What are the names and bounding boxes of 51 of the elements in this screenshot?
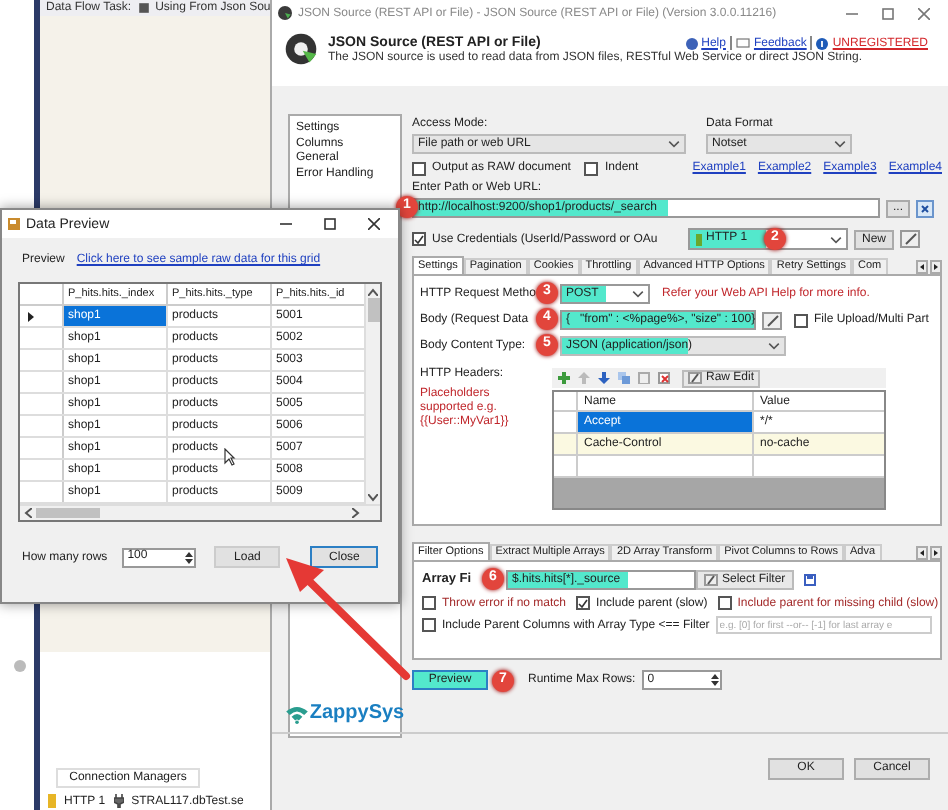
scroll-down-icon xyxy=(368,494,378,502)
spinner-arrows-icon xyxy=(183,549,194,565)
scroll-left-icon xyxy=(24,508,32,518)
down-arrow-icon xyxy=(598,372,610,384)
mail-icon xyxy=(735,38,750,48)
scroll-right-icon xyxy=(352,508,360,518)
annotation-arrow xyxy=(286,558,410,680)
wifi-icon xyxy=(285,705,308,723)
minimize-icon xyxy=(846,7,858,19)
scrollbar-thumb[interactable] xyxy=(367,298,379,322)
horizontal-scrollbar[interactable] xyxy=(20,504,380,520)
clear-icon xyxy=(916,199,934,217)
edit-icon xyxy=(704,574,718,586)
scroll-up-icon xyxy=(368,288,378,296)
plus-icon xyxy=(558,372,570,384)
minimize-icon xyxy=(280,218,292,230)
checkbox[interactable] xyxy=(717,596,732,610)
app-icon xyxy=(278,6,292,20)
up-arrow-icon xyxy=(578,372,590,384)
brand-logo: ZappySys xyxy=(309,704,405,724)
edit-icon xyxy=(900,230,920,248)
checkbox[interactable] xyxy=(412,232,426,246)
checkbox[interactable] xyxy=(584,161,599,175)
checkbox[interactable] xyxy=(412,161,426,175)
maximize-icon xyxy=(882,7,894,19)
maximize-icon xyxy=(324,218,336,230)
chevron-down-icon xyxy=(632,290,644,298)
close-icon xyxy=(368,218,380,230)
edit-icon xyxy=(762,311,782,329)
save-icon xyxy=(803,574,816,586)
check-icon xyxy=(578,597,589,609)
chevron-down-icon xyxy=(668,140,680,148)
mouse-cursor-icon xyxy=(224,448,236,466)
copy-icon xyxy=(618,372,630,384)
checkbox[interactable] xyxy=(422,618,436,632)
logo-icon xyxy=(284,32,318,66)
checkbox[interactable] xyxy=(794,313,808,327)
scrollbar-thumb[interactable] xyxy=(36,508,100,518)
check-icon xyxy=(414,233,424,245)
delete-icon xyxy=(658,372,670,384)
help-icon xyxy=(685,37,698,49)
chevron-down-icon xyxy=(830,235,842,243)
plug-icon xyxy=(113,794,124,808)
spinner-arrows-icon xyxy=(709,672,720,688)
chevron-down-icon xyxy=(768,342,780,350)
checkbox[interactable] xyxy=(576,596,591,610)
checkbox[interactable] xyxy=(422,596,436,610)
chevron-down-icon xyxy=(834,140,846,148)
app-icon xyxy=(8,218,20,230)
vertical-scrollbar[interactable] xyxy=(364,284,380,504)
close-icon xyxy=(918,7,930,19)
